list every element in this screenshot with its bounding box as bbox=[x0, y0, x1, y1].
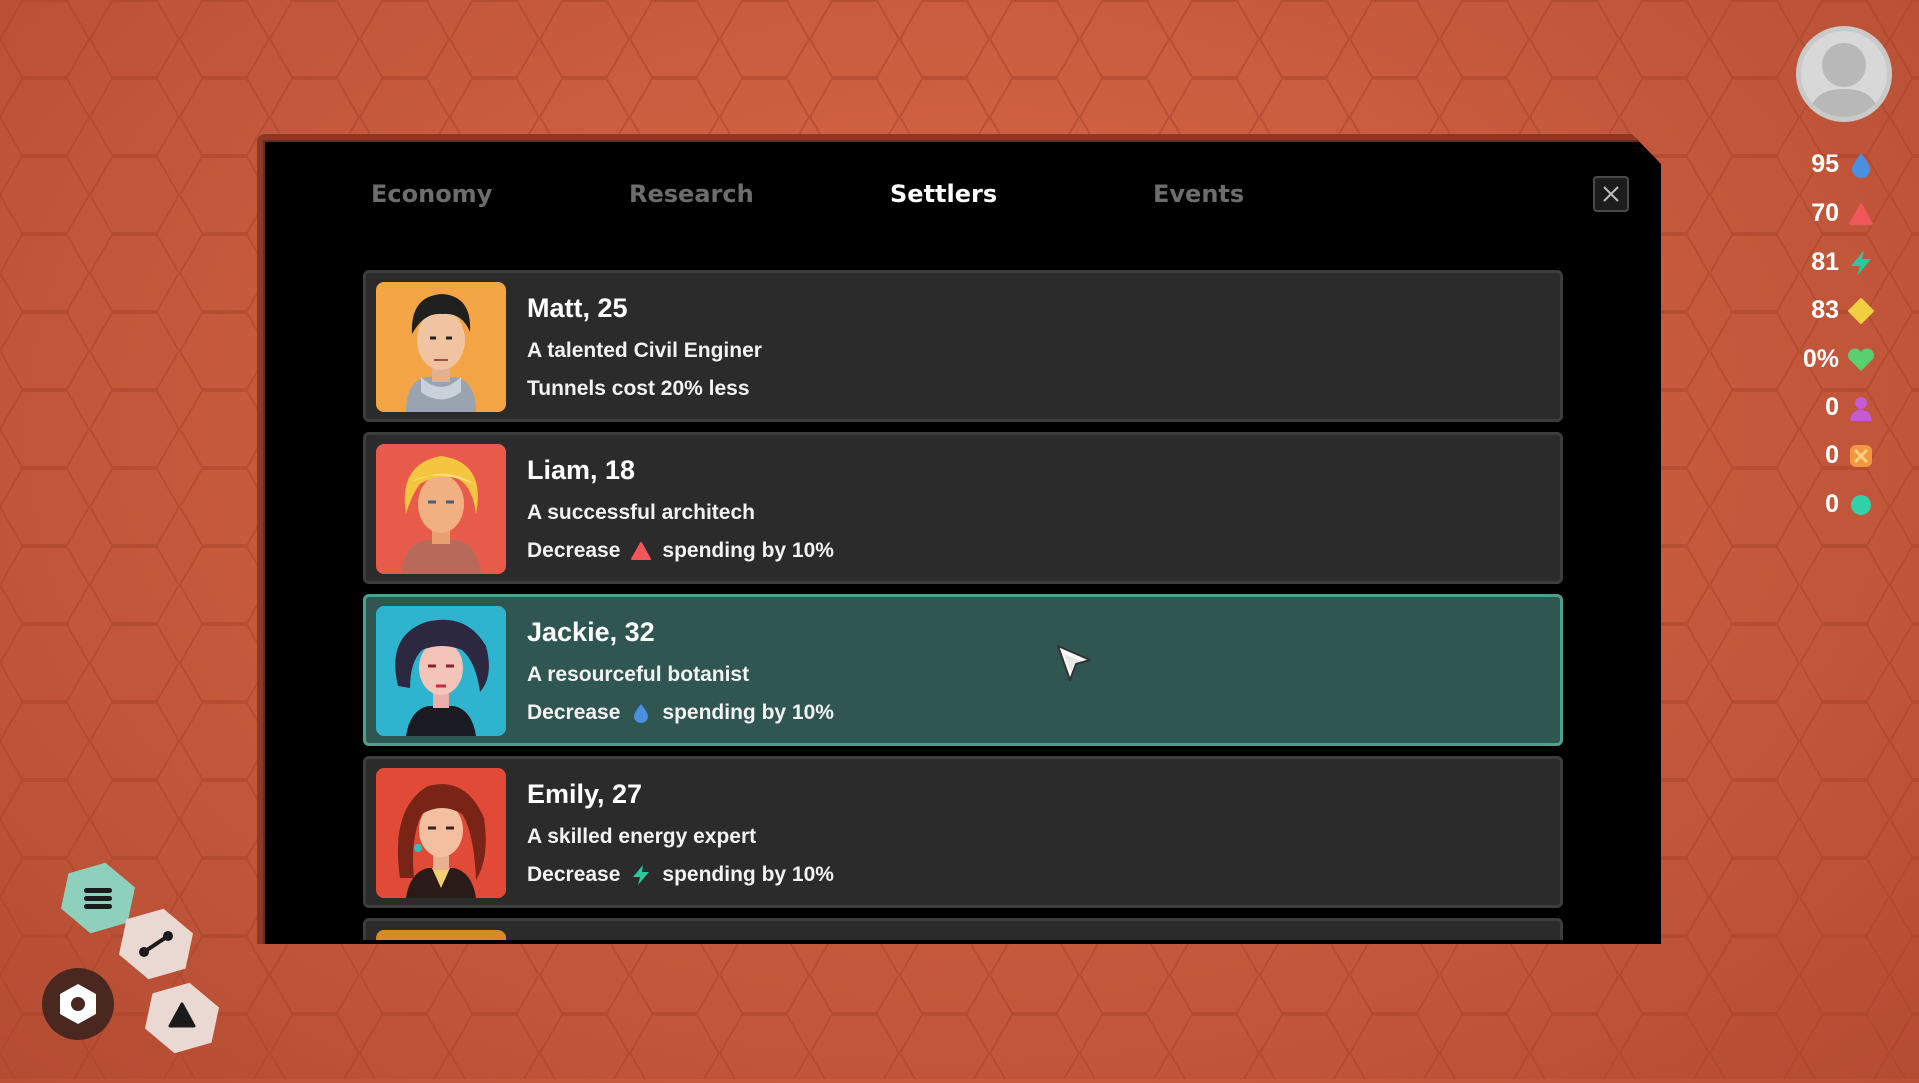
settler-name: Liam, 18 bbox=[527, 455, 636, 485]
tab-settlers[interactable]: Settlers bbox=[890, 180, 997, 208]
settler-portrait-matt bbox=[376, 282, 506, 412]
water-drop-icon bbox=[1847, 151, 1875, 179]
settler-card-partial[interactable] bbox=[363, 918, 1563, 940]
settler-card-emily[interactable]: Emily, 27 A skilled energy expert Decrea… bbox=[363, 756, 1563, 908]
resource-happiness: 0% bbox=[1779, 345, 1875, 374]
tab-events[interactable]: Events bbox=[1153, 180, 1244, 208]
settler-portrait-liam bbox=[376, 444, 506, 574]
perk-prefix: Decrease bbox=[527, 701, 621, 724]
resource-water: 95 bbox=[1779, 150, 1875, 179]
settler-portrait-emily bbox=[376, 768, 506, 898]
close-button[interactable] bbox=[1593, 176, 1629, 212]
menu-icon bbox=[84, 888, 112, 909]
player-avatar[interactable] bbox=[1796, 26, 1892, 122]
resource-value: 0 bbox=[1825, 490, 1839, 518]
perk-suffix: spending by 10% bbox=[662, 539, 834, 562]
star-icon bbox=[1847, 442, 1875, 470]
resource-value: 0 bbox=[1825, 393, 1839, 421]
resource-value: 70 bbox=[1811, 199, 1839, 227]
perk-text: Tunnels cost 20% less bbox=[527, 377, 750, 400]
settler-perk: Tunnels cost 20% less bbox=[527, 377, 750, 401]
settler-description: A talented Civil Enginer bbox=[527, 339, 762, 362]
lightning-icon bbox=[630, 864, 652, 886]
settler-name: Emily, 27 bbox=[527, 779, 643, 809]
settler-description: A resourceful botanist bbox=[527, 663, 750, 686]
resource-value: 81 bbox=[1811, 248, 1839, 276]
settler-name: Matt, 25 bbox=[527, 293, 628, 323]
settler-perk: Decrease spending by 10% bbox=[527, 701, 834, 725]
lightning-icon bbox=[1847, 249, 1875, 277]
close-icon bbox=[1603, 186, 1619, 202]
diamond-icon bbox=[1847, 297, 1875, 325]
settler-card-jackie[interactable]: Jackie, 32 A resourceful botanist Decrea… bbox=[363, 594, 1563, 746]
resource-crystal: 83 bbox=[1779, 296, 1875, 325]
resource-research: 0 bbox=[1779, 441, 1875, 470]
triangle-icon bbox=[630, 540, 652, 562]
settler-name: Jackie, 32 bbox=[527, 617, 655, 647]
settlers-panel: Economy Research Settlers Events Matt, 2… bbox=[257, 134, 1661, 944]
build-button[interactable] bbox=[40, 966, 116, 1042]
perk-suffix: spending by 10% bbox=[662, 701, 834, 724]
perk-suffix: spending by 10% bbox=[662, 863, 834, 886]
resource-misc: 0 bbox=[1779, 490, 1875, 519]
settler-card-liam[interactable]: Liam, 18 A successful architech Decrease… bbox=[363, 432, 1563, 584]
tab-research[interactable]: Research bbox=[629, 180, 754, 208]
settler-perk: Decrease spending by 10% bbox=[527, 863, 834, 887]
settler-description: A successful architech bbox=[527, 501, 755, 524]
settler-portrait-partial bbox=[376, 930, 506, 940]
resource-value: 0% bbox=[1802, 345, 1839, 373]
resource-population: 0 bbox=[1779, 393, 1875, 422]
settler-card-matt[interactable]: Matt, 25 A talented Civil Enginer Tunnel… bbox=[363, 270, 1563, 422]
settler-perk: Decrease spending by 10% bbox=[527, 539, 834, 563]
settler-portrait-jackie bbox=[376, 606, 506, 736]
settler-list: Matt, 25 A talented Civil Enginer Tunnel… bbox=[363, 270, 1563, 940]
tab-economy[interactable]: Economy bbox=[371, 180, 492, 208]
resource-energy: 81 bbox=[1779, 248, 1875, 277]
user-icon bbox=[1809, 43, 1879, 117]
perk-prefix: Decrease bbox=[527, 863, 621, 886]
connect-button[interactable] bbox=[118, 906, 194, 982]
resource-value: 83 bbox=[1811, 296, 1839, 324]
person-icon bbox=[1847, 394, 1875, 422]
circle-icon bbox=[1847, 491, 1875, 519]
perk-prefix: Decrease bbox=[527, 539, 621, 562]
triangle-icon bbox=[1847, 200, 1875, 228]
heart-icon bbox=[1847, 346, 1875, 374]
water-drop-icon bbox=[630, 702, 652, 724]
settler-description: A skilled energy expert bbox=[527, 825, 757, 848]
mouse-cursor-icon bbox=[1057, 645, 1091, 681]
triangle-button[interactable] bbox=[144, 980, 220, 1056]
resource-value: 0 bbox=[1825, 441, 1839, 469]
resource-value: 95 bbox=[1811, 150, 1839, 178]
resource-material: 70 bbox=[1779, 199, 1875, 228]
tab-bar: Economy Research Settlers Events bbox=[263, 180, 1661, 220]
